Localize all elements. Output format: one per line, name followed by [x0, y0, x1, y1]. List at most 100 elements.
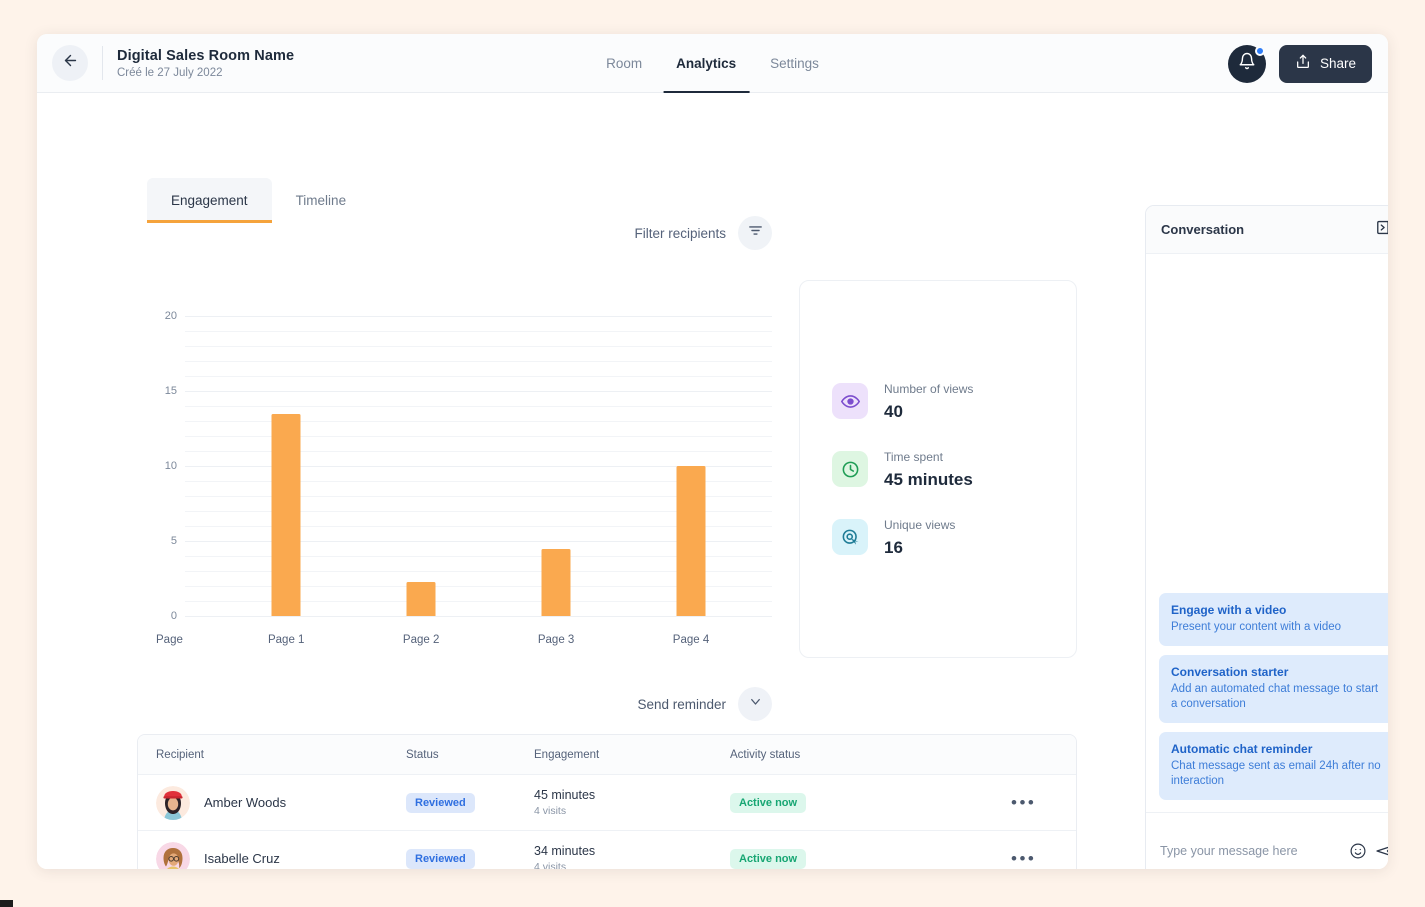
suggestion-description: Chat message sent as email 24h after no … [1171, 759, 1381, 788]
send-reminder-label: Send reminder [637, 696, 726, 712]
page-title: Digital Sales Room Name [117, 47, 295, 64]
stat-label: Time spent [884, 450, 943, 464]
filter-icon [747, 222, 764, 244]
chart-y-tick: 20 [164, 310, 177, 322]
stat-time-spent: Time spent 45 minutes [832, 448, 1044, 490]
column-header-engagement: Engagement [534, 748, 600, 761]
chart-bar-slot [386, 316, 456, 616]
engagement-visits: 4 visits [534, 861, 567, 869]
chart-y-tick: 0 [170, 610, 177, 622]
chevron-down-icon [748, 694, 763, 714]
back-button[interactable] [52, 45, 88, 81]
analytics-main: Engagement Timeline Filter recipients 0 … [37, 93, 1107, 869]
status-cell: Reviewed [406, 848, 534, 869]
app-header: Digital Sales Room Name Créé le 27 July … [37, 34, 1388, 93]
filter-button[interactable] [738, 216, 772, 250]
suggestion-description: Add an automated chat message to start a… [1171, 682, 1379, 711]
tab-analytics[interactable]: Analytics [663, 34, 750, 93]
chart-y-tick: 10 [164, 460, 177, 472]
notification-badge-dot [1254, 45, 1265, 56]
stat-label: Unique views [884, 518, 956, 532]
share-label: Share [1319, 56, 1356, 71]
header-divider [102, 46, 103, 80]
summary-stats-card: Number of views 40 Time spent 45 minutes… [799, 280, 1077, 658]
stat-value: 45 minutes [884, 470, 973, 489]
send-icon[interactable] [1375, 841, 1388, 861]
chart-bar-slot [521, 316, 591, 616]
subtab-engagement[interactable]: Engagement [147, 178, 272, 223]
share-button[interactable]: Share [1278, 44, 1372, 83]
activity-cell: Active now [730, 792, 1005, 813]
tab-settings[interactable]: Settings [770, 34, 819, 93]
message-input[interactable]: Type your message here [1160, 844, 1341, 858]
suggestion-automatic-chat-reminder[interactable]: Automatic chat reminder Chat message sen… [1159, 731, 1388, 800]
conversation-suggestions: Engage with a video Present your content… [1146, 593, 1388, 812]
tab-room[interactable]: Room [606, 34, 642, 93]
share-icon [1295, 54, 1311, 73]
status-cell: Reviewed [406, 792, 534, 813]
row-actions-cell: ••• [1005, 794, 1076, 811]
engagement-visits: 4 visits [534, 805, 567, 817]
suggestion-title: Engage with a video [1171, 603, 1287, 618]
click-target-icon [832, 519, 868, 555]
conversation-title: Conversation [1161, 222, 1245, 237]
conversation-messages [1146, 254, 1388, 594]
chart-bar[interactable] [541, 548, 571, 616]
conversation-header: Conversation [1146, 206, 1388, 254]
chart-y-tick: 15 [164, 385, 177, 397]
main-nav: Room Analytics Settings [606, 34, 819, 93]
emoji-icon[interactable] [1349, 842, 1367, 860]
clock-icon [832, 451, 868, 487]
chart-bar[interactable] [406, 581, 436, 616]
message-composer: Type your message here [1146, 812, 1388, 869]
engagement-cell: 45 minutes 4 visits [534, 788, 730, 817]
send-reminder-dropdown-button[interactable] [738, 687, 772, 721]
recipient-cell: Isabelle Cruz [138, 841, 406, 869]
column-header-status: Status [406, 748, 439, 761]
suggestion-conversation-starter[interactable]: Conversation starter Add an automated ch… [1159, 654, 1388, 723]
notifications-button[interactable] [1227, 44, 1266, 83]
chart-y-tick: 5 [170, 535, 177, 547]
filter-recipients-label: Filter recipients [634, 225, 726, 241]
recipient-name: Isabelle Cruz [204, 851, 280, 866]
stat-unique-views: Unique views 16 [832, 516, 1044, 558]
status-badge: Reviewed [406, 848, 475, 869]
chart-x-tick: Page 3 [537, 634, 575, 646]
chart-bar[interactable] [676, 466, 706, 616]
chart-x-tick: Page 4 [672, 634, 710, 646]
stat-value: 40 [884, 402, 903, 421]
chart-bar[interactable] [271, 413, 301, 616]
page-subtitle: Créé le 27 July 2022 [117, 66, 223, 79]
header-actions: Share [1227, 34, 1372, 93]
avatar [156, 785, 190, 820]
more-options-icon[interactable]: ••• [1011, 794, 1036, 811]
suggestion-title: Conversation starter [1171, 664, 1289, 679]
recipients-table: Recipient Status Engagement Activity sta… [137, 734, 1077, 869]
suggestion-engage-with-a-video[interactable]: Engage with a video Present your content… [1159, 593, 1388, 646]
table-row[interactable]: Isabelle Cruz Reviewed 34 minutes 4 visi… [138, 831, 1076, 869]
recipient-cell: Amber Woods [138, 785, 406, 820]
subtab-timeline[interactable]: Timeline [272, 178, 371, 223]
avatar [156, 841, 190, 869]
corner-artifact [0, 900, 13, 907]
activity-badge: Active now [730, 848, 807, 869]
conversation-panel: Conversation Engage with a video Present… [1145, 205, 1388, 869]
more-options-icon[interactable]: ••• [1011, 850, 1036, 867]
panel-collapse-icon[interactable] [1375, 218, 1388, 242]
status-badge: Reviewed [406, 792, 475, 813]
eye-icon [832, 383, 868, 419]
send-reminder-control[interactable]: Send reminder [637, 687, 772, 721]
filter-recipients-control[interactable]: Filter recipients [634, 216, 772, 250]
table-header-row: Recipient Status Engagement Activity sta… [138, 735, 1076, 775]
stat-label: Number of views [884, 382, 974, 396]
engagement-time: 34 minutes [534, 844, 596, 858]
engagement-bar-chart: 0 5 10 15 20 Page Page 1 Page 2 Page 3 Page 4 [147, 298, 772, 673]
recipient-name: Amber Woods [204, 795, 287, 810]
analytics-subtabs: Engagement Timeline [147, 178, 370, 223]
stat-number-of-views: Number of views 40 [832, 380, 1044, 422]
app-body: Engagement Timeline Filter recipients 0 … [37, 93, 1388, 869]
column-header-recipient: Recipient [156, 748, 204, 761]
chart-bars [185, 316, 772, 616]
stat-value: 16 [884, 538, 903, 557]
table-row[interactable]: Amber Woods Reviewed 45 minutes 4 visits [138, 775, 1076, 831]
